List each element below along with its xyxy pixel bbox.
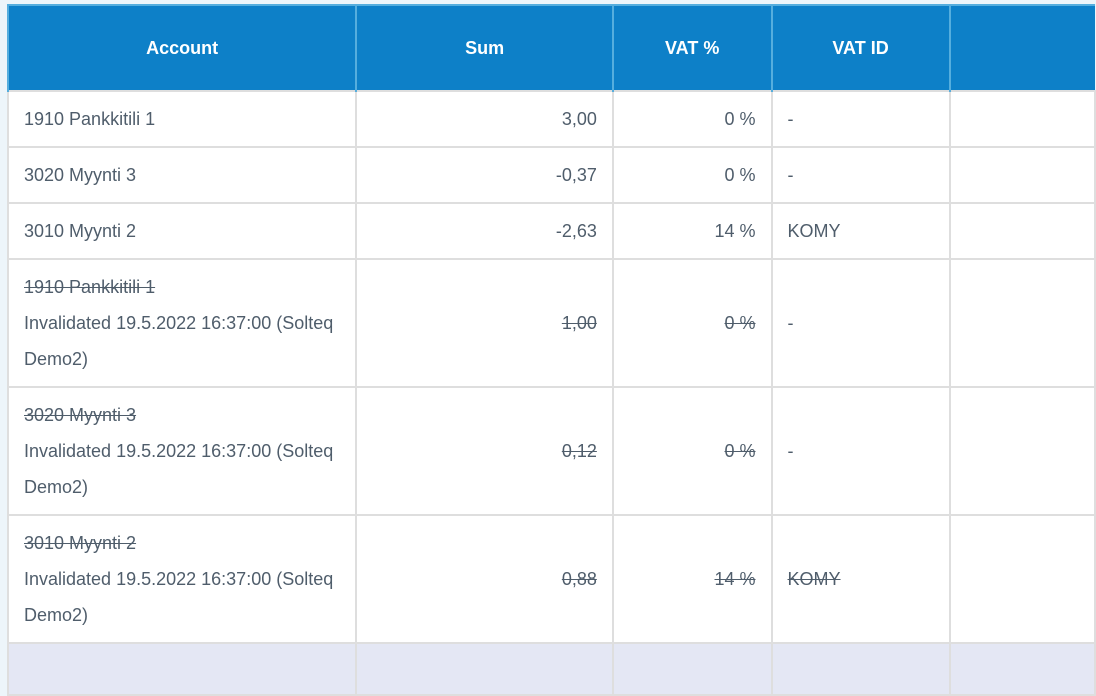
column-header-account: Account (8, 5, 356, 91)
vat-percent-value: 14 % (715, 221, 756, 241)
account-name: 3020 Myynti 3 (24, 397, 340, 433)
account-cell: 1910 Pankkitili 1Invalidated 19.5.2022 1… (8, 259, 356, 387)
account-cell: 3020 Myynti 3Invalidated 19.5.2022 16:37… (8, 387, 356, 515)
sum-value: -2,63 (556, 221, 597, 241)
column-header-vat-id: VAT ID (772, 5, 950, 91)
vat-id-value: KOMY (788, 221, 841, 241)
vat-percent-value: 0 % (725, 441, 756, 461)
accounts-table: Account Sum VAT % VAT ID 1910 Pankkitili… (7, 4, 1096, 696)
table-header: Account Sum VAT % VAT ID (8, 5, 1095, 91)
vat-percent-value: 0 % (725, 313, 756, 333)
sum-cell: 1,00 (356, 259, 613, 387)
footer-row (8, 643, 1095, 695)
account-cell: 1910 Pankkitili 1 (8, 91, 356, 147)
vat-id-value: - (788, 441, 794, 461)
column-header-extra (950, 5, 1095, 91)
vat-id-value: - (788, 313, 794, 333)
invalidated-note: Invalidated 19.5.2022 16:37:00 (Solteq D… (24, 305, 340, 377)
invalidated-note: Invalidated 19.5.2022 16:37:00 (Solteq D… (24, 433, 340, 505)
table-row[interactable]: 3010 Myynti 2 -2,63 14 % KOMY (8, 203, 1095, 259)
footer-sum-cell (356, 643, 613, 695)
vat-percent-value: 0 % (725, 109, 756, 129)
sum-cell: 0,12 (356, 387, 613, 515)
extra-cell (950, 387, 1095, 515)
sum-value: 0,88 (562, 569, 597, 589)
footer-extra-cell (950, 643, 1095, 695)
account-cell: 3010 Myynti 2 (8, 203, 356, 259)
vat-id-cell: KOMY (772, 203, 950, 259)
account-name: 1910 Pankkitili 1 (24, 101, 340, 137)
table-row[interactable]: 3020 Myynti 3Invalidated 19.5.2022 16:37… (8, 387, 1095, 515)
invalidated-note: Invalidated 19.5.2022 16:37:00 (Solteq D… (24, 561, 340, 633)
vat-percent-cell: 0 % (613, 147, 772, 203)
footer-vat-id-cell (772, 643, 950, 695)
vat-id-value: KOMY (788, 569, 841, 589)
footer-account-cell (8, 643, 356, 695)
table-row[interactable]: 1910 Pankkitili 1Invalidated 19.5.2022 1… (8, 259, 1095, 387)
column-header-vat-percent: VAT % (613, 5, 772, 91)
vat-id-cell: - (772, 91, 950, 147)
vat-id-value: - (788, 109, 794, 129)
vat-id-value: - (788, 165, 794, 185)
vat-id-cell: KOMY (772, 515, 950, 643)
vat-id-cell: - (772, 147, 950, 203)
vat-percent-value: 0 % (725, 165, 756, 185)
sum-value: -0,37 (556, 165, 597, 185)
page: { "page": { "background": "#edf5fa" }, "… (0, 0, 1096, 650)
sum-value: 1,00 (562, 313, 597, 333)
column-header-sum: Sum (356, 5, 613, 91)
account-name: 3010 Myynti 2 (24, 213, 340, 249)
account-name: 3010 Myynti 2 (24, 525, 340, 561)
account-cell: 3020 Myynti 3 (8, 147, 356, 203)
extra-cell (950, 515, 1095, 643)
sum-value: 3,00 (562, 109, 597, 129)
sum-value: 0,12 (562, 441, 597, 461)
vat-percent-cell: 14 % (613, 515, 772, 643)
vat-id-cell: - (772, 259, 950, 387)
vat-percent-cell: 0 % (613, 387, 772, 515)
header-row: Account Sum VAT % VAT ID (8, 5, 1095, 91)
extra-cell (950, 259, 1095, 387)
vat-id-cell: - (772, 387, 950, 515)
vat-percent-cell: 0 % (613, 91, 772, 147)
sum-cell: -2,63 (356, 203, 613, 259)
extra-cell (950, 91, 1095, 147)
table-row[interactable]: 3020 Myynti 3 -0,37 0 % - (8, 147, 1095, 203)
account-name: 1910 Pankkitili 1 (24, 269, 340, 305)
vat-percent-cell: 14 % (613, 203, 772, 259)
vat-percent-cell: 0 % (613, 259, 772, 387)
sum-cell: 3,00 (356, 91, 613, 147)
sum-cell: -0,37 (356, 147, 613, 203)
table-body: 1910 Pankkitili 13,000 %-3020 Myynti 3-0… (8, 91, 1095, 695)
footer-vat-percent-cell (613, 643, 772, 695)
account-name: 3020 Myynti 3 (24, 157, 340, 193)
vat-percent-value: 14 % (715, 569, 756, 589)
sum-cell: 0,88 (356, 515, 613, 643)
account-cell: 3010 Myynti 2Invalidated 19.5.2022 16:37… (8, 515, 356, 643)
extra-cell (950, 147, 1095, 203)
extra-cell (950, 203, 1095, 259)
table-row[interactable]: 1910 Pankkitili 1 3,00 0 % - (8, 91, 1095, 147)
table-row[interactable]: 3010 Myynti 2Invalidated 19.5.2022 16:37… (8, 515, 1095, 643)
